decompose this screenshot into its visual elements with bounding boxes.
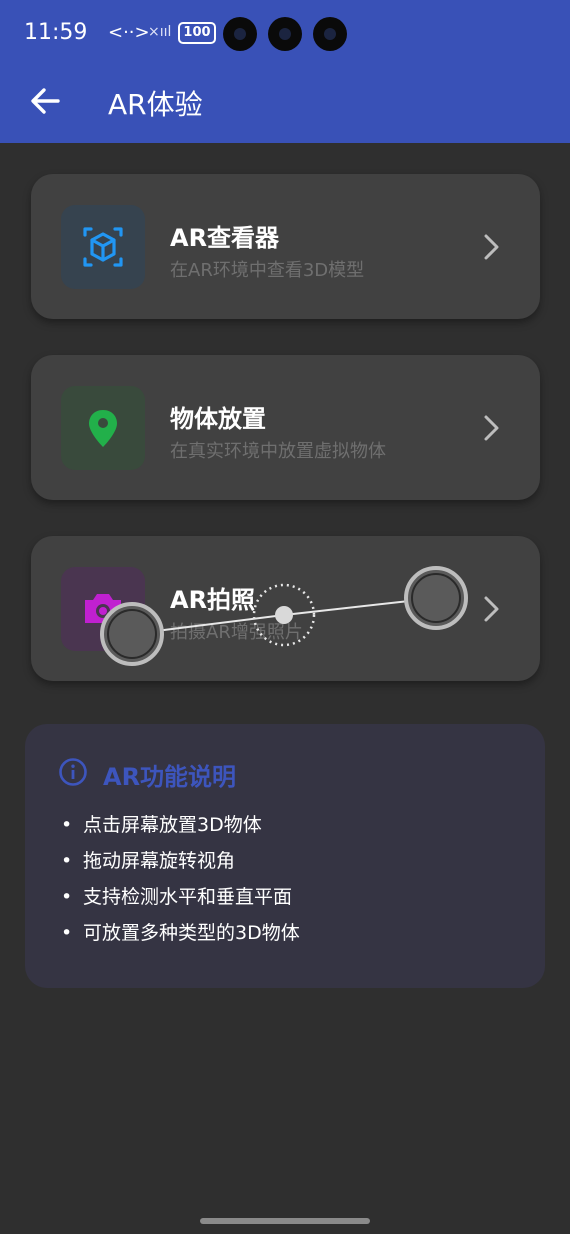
ar-viewer-card[interactable]: AR查看器 在AR环境中查看3D模型 — [31, 174, 540, 319]
ar-photo-card[interactable]: AR拍照 拍摄AR增强照片 — [31, 536, 540, 681]
page-title: AR体验 — [108, 88, 203, 121]
camera-cutout — [313, 17, 347, 51]
status-time: 11:59 — [24, 20, 88, 45]
signal-icon: ×ııl — [148, 24, 172, 40]
info-title: AR功能说明 — [103, 763, 237, 791]
card-title: 物体放置 — [170, 405, 266, 433]
bullet-text: 可放置多种类型的3D物体 — [83, 922, 300, 944]
info-card: AR功能说明 • 点击屏幕放置3D物体 • 拖动屏幕旋转视角 • 支持检测水平和垂直平… — [25, 724, 545, 988]
back-arrow-icon[interactable] — [28, 84, 62, 118]
list-item: • 可放置多种类型的3D物体 — [61, 922, 300, 944]
chevron-right-icon — [484, 415, 499, 441]
bullet-text: 支持检测水平和垂直平面 — [83, 886, 293, 908]
network-icon: <··> — [108, 22, 150, 43]
location-pin-icon — [61, 386, 145, 470]
object-placement-card[interactable]: 物体放置 在真实环境中放置虚拟物体 — [31, 355, 540, 500]
chevron-right-icon — [484, 596, 499, 622]
cube-scan-icon — [61, 205, 145, 289]
chevron-right-icon — [484, 234, 499, 260]
status-bar: 11:59 <··> ×ııl 100 — [0, 0, 570, 70]
card-title: AR查看器 — [170, 224, 280, 252]
app-bar: 11:59 <··> ×ııl 100 AR体验 — [0, 0, 570, 143]
card-title: AR拍照 — [170, 586, 256, 614]
camera-cutout — [223, 17, 257, 51]
list-item: • 支持检测水平和垂直平面 — [61, 886, 293, 908]
battery-icon: 100 — [178, 22, 216, 44]
bullet-text: 拖动屏幕旋转视角 — [83, 850, 236, 872]
camera-cutout — [268, 17, 302, 51]
bullet-text: 点击屏幕放置3D物体 — [83, 814, 262, 836]
home-indicator[interactable] — [200, 1218, 370, 1224]
card-subtitle: 拍摄AR增强照片 — [170, 622, 303, 643]
list-item: • 拖动屏幕旋转视角 — [61, 850, 236, 872]
info-bullet-list: • 点击屏幕放置3D物体 • 拖动屏幕旋转视角 • 支持检测水平和垂直平面 • 可放置多… — [61, 812, 300, 956]
info-icon — [59, 758, 87, 786]
list-item: • 点击屏幕放置3D物体 — [61, 814, 262, 836]
camera-icon — [61, 567, 145, 651]
card-subtitle: 在真实环境中放置虚拟物体 — [170, 441, 386, 462]
card-subtitle: 在AR环境中查看3D模型 — [170, 260, 365, 281]
